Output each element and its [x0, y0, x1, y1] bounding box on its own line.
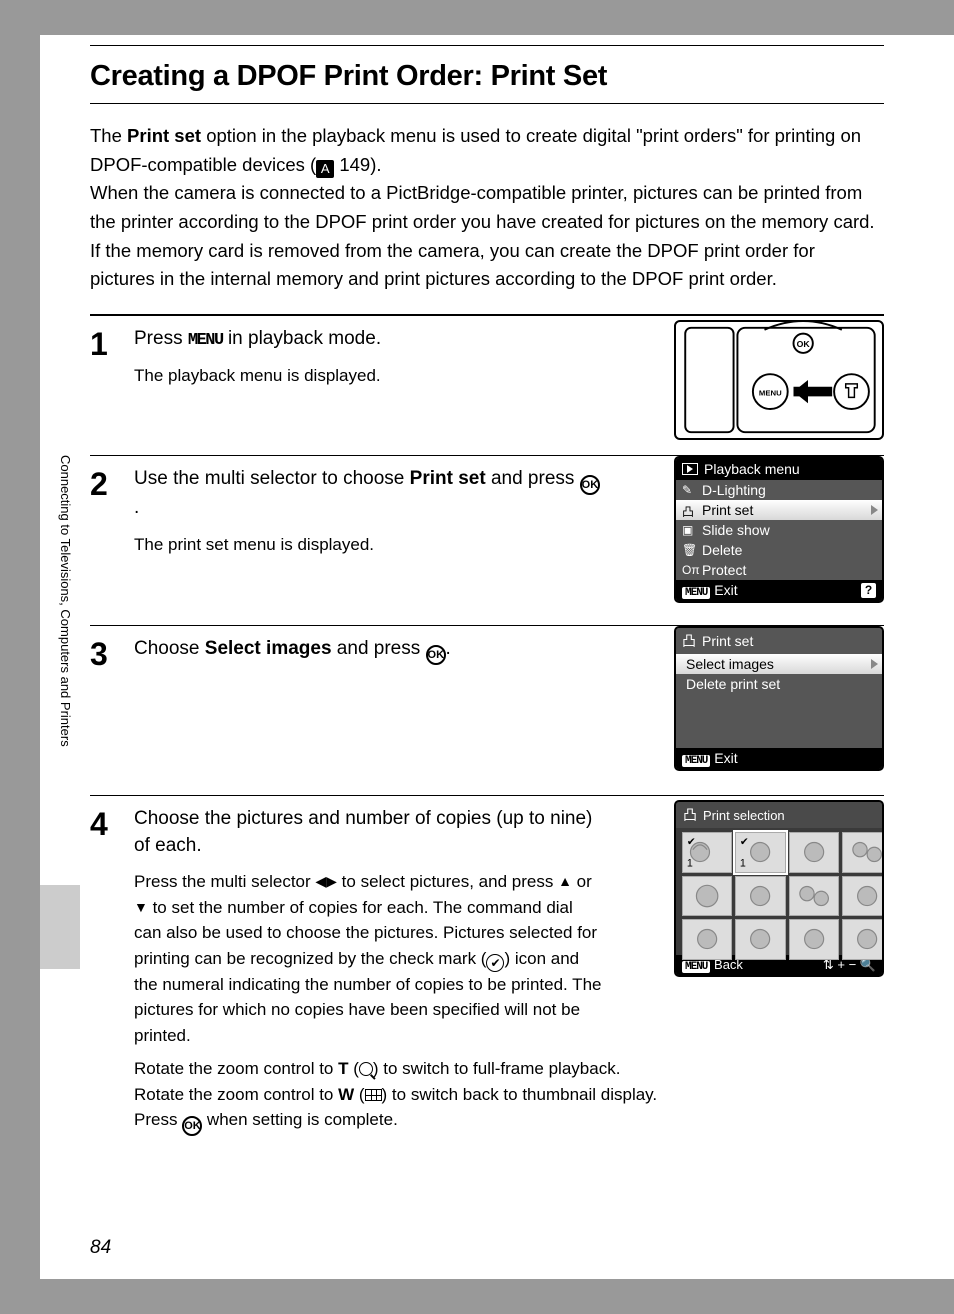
menu-box-icon: MENU	[682, 755, 710, 767]
step-3: 3 Choose Select images and press OK. 凸 P…	[90, 625, 884, 795]
step-number: 1	[90, 326, 134, 429]
thumbnail	[789, 832, 839, 873]
protect-icon: Oπ	[682, 563, 700, 577]
menu-item: OπProtect	[676, 560, 882, 580]
step-heading: Use the multi selector to choose Print s…	[134, 466, 604, 522]
dlighting-icon: ✎	[682, 483, 692, 497]
playback-icon	[682, 463, 698, 475]
thumbnail	[842, 832, 884, 873]
playback-menu-screen: Playback menu ✎D-Lighting 凸Print set ▣Sl…	[674, 456, 884, 603]
svg-text:✔: ✔	[740, 836, 749, 848]
intro-text: The Print set option in the playback men…	[90, 122, 884, 294]
slideshow-icon: ▣	[682, 523, 693, 537]
svg-text:OK: OK	[797, 339, 811, 349]
step-subtext: Rotate the zoom control to T () to switc…	[134, 1056, 884, 1136]
thumbnail-selected: ✔1	[735, 832, 785, 873]
step-1: 1 Press MENU in playback mode. The playb…	[90, 315, 884, 455]
step-2: 2 Use the multi selector to choose Print…	[90, 455, 884, 625]
svg-text:1: 1	[687, 857, 693, 868]
screen-footer: MENU Exit ?	[676, 580, 882, 601]
thumbnail	[682, 876, 732, 917]
manual-page: Connecting to Televisions, Computers and…	[40, 35, 954, 1279]
page-title: Creating a DPOF Print Order: Print Set	[90, 60, 884, 93]
menu-item-selected: 凸Print set	[676, 500, 882, 520]
reference-icon: A	[316, 160, 334, 178]
step-heading: Choose Select images and press OK.	[134, 636, 604, 665]
menu-item-selected: Select images	[676, 654, 882, 674]
check-icon: ✔	[486, 954, 504, 972]
print-icon: 凸	[683, 805, 697, 825]
ok-icon: OK	[580, 475, 600, 495]
thumbnail	[735, 919, 785, 960]
thumbnail	[842, 919, 884, 960]
menu-box-icon: MENU	[682, 587, 710, 599]
step-4: 4 Choose the pictures and number of copi…	[90, 795, 884, 1162]
page-number: 84	[90, 1237, 111, 1259]
step-heading: Choose the pictures and number of copies…	[134, 806, 604, 859]
step-subtext: The print set menu is displayed.	[134, 532, 604, 558]
svg-text:✔: ✔	[687, 836, 696, 848]
svg-text:1: 1	[740, 857, 746, 868]
menu-item: 🗑Delete	[676, 540, 882, 560]
thumbnail	[735, 876, 785, 917]
thumbnail: ✔1	[682, 832, 732, 873]
thumbnail-grid-icon	[365, 1089, 382, 1101]
step-heading: Press MENU in playback mode.	[134, 326, 604, 353]
up-arrow-icon: ▲	[558, 873, 572, 889]
section-tab: Connecting to Televisions, Computers and…	[57, 455, 73, 875]
ok-icon: OK	[182, 1116, 202, 1136]
screen-footer: MENU Exit	[676, 748, 882, 769]
step-subtext: Press the multi selector ◀▶ to select pi…	[134, 869, 604, 1048]
delete-icon: 🗑	[682, 543, 697, 557]
screen-title: Print selection	[703, 808, 785, 823]
screen-title-row: 凸 Print selection	[676, 802, 882, 828]
screen-title-row: 凸 Print set	[676, 628, 882, 654]
down-arrow-icon: ▼	[134, 899, 148, 915]
screen-title: Playback menu	[704, 461, 800, 477]
thumbnail	[789, 876, 839, 917]
menu-button-label: MENU	[188, 331, 223, 350]
magnify-icon	[359, 1062, 373, 1076]
left-right-arrow-icon: ◀▶	[315, 873, 337, 889]
print-selection-screen: 凸 Print selection ✔1 ✔1	[674, 800, 884, 977]
print-icon: 凸	[682, 631, 696, 651]
print-icon: 凸	[682, 503, 694, 520]
print-set-screen: 凸 Print set Select images Delete print s…	[674, 626, 884, 771]
step-number: 4	[90, 806, 134, 1136]
thumbnail	[789, 919, 839, 960]
svg-text:MENU: MENU	[759, 388, 782, 397]
ok-icon: OK	[426, 645, 446, 665]
screen-title-row: Playback menu	[676, 458, 882, 480]
menu-box-icon: MENU	[682, 961, 710, 973]
thumbnail-grid: ✔1 ✔1	[676, 828, 882, 955]
menu-item: ✎D-Lighting	[676, 480, 882, 500]
tab-highlight	[40, 885, 80, 969]
camera-diagram: OK MENU	[674, 320, 884, 440]
step-subtext: The playback menu is displayed.	[134, 363, 604, 389]
menu-item: ▣Slide show	[676, 520, 882, 540]
thumbnail	[682, 919, 732, 960]
thumbnail	[842, 876, 884, 917]
step-number: 2	[90, 466, 134, 599]
screen-title: Print set	[702, 633, 753, 649]
step-number: 3	[90, 636, 134, 769]
menu-item: Delete print set	[676, 674, 882, 694]
help-icon: ?	[861, 583, 876, 598]
